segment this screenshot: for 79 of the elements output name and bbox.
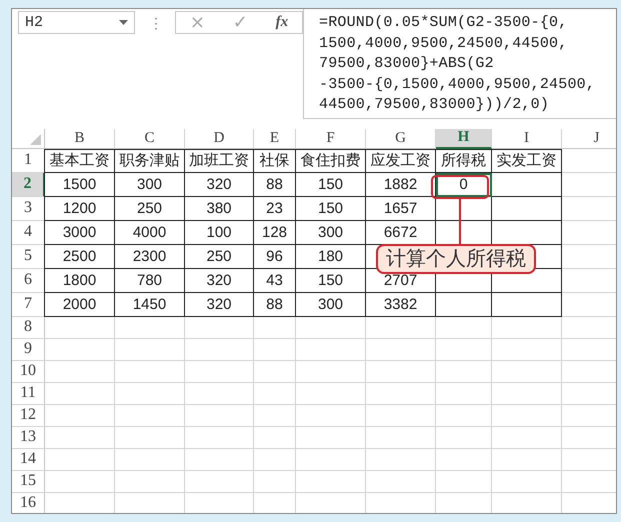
- row-header[interactable]: 11: [12, 382, 45, 405]
- table-cell[interactable]: 88: [254, 292, 296, 317]
- table-cell[interactable]: 300: [115, 172, 185, 197]
- row-header[interactable]: 12: [12, 404, 45, 427]
- table-cell[interactable]: 1450: [115, 292, 185, 317]
- table-cell[interactable]: 3000: [44, 220, 115, 245]
- table-cell[interactable]: 320: [185, 172, 254, 197]
- row-header[interactable]: 4: [12, 220, 45, 245]
- row-header[interactable]: 14: [12, 448, 45, 471]
- row-header[interactable]: 7: [12, 292, 45, 317]
- row-header[interactable]: 13: [12, 426, 45, 449]
- row-header[interactable]: 10: [12, 360, 45, 383]
- row-header[interactable]: 9: [12, 338, 45, 361]
- table-cell[interactable]: 1657: [366, 196, 436, 221]
- table-cell[interactable]: 2300: [115, 244, 185, 269]
- table-cell[interactable]: 所得税: [436, 148, 492, 173]
- table-cell[interactable]: [492, 292, 562, 317]
- cell-reference: H2: [25, 14, 44, 31]
- table-cell[interactable]: 100: [185, 220, 254, 245]
- table-cell[interactable]: 43: [254, 268, 296, 293]
- table-cell[interactable]: 2000: [44, 292, 115, 317]
- table-cell[interactable]: 150: [296, 172, 366, 197]
- table-cell[interactable]: 食住扣费: [296, 148, 366, 173]
- table-cell[interactable]: [436, 292, 492, 317]
- column-header[interactable]: B: [45, 128, 115, 149]
- table-cell[interactable]: 社保: [254, 148, 296, 173]
- table-cell[interactable]: [492, 196, 562, 221]
- callout-tooltip: 计算个人所得税: [376, 244, 536, 274]
- insert-function-button[interactable]: fx: [272, 14, 292, 31]
- table-cell[interactable]: 250: [185, 244, 254, 269]
- table-cell[interactable]: 基本工资: [44, 148, 115, 173]
- table-cell[interactable]: 1800: [44, 268, 115, 293]
- table-cell[interactable]: 加班工资: [185, 148, 254, 173]
- table-cell[interactable]: 300: [296, 220, 366, 245]
- table-cell[interactable]: 128: [254, 220, 296, 245]
- table-cell[interactable]: 职务津贴: [115, 148, 185, 173]
- table-cell[interactable]: 3382: [366, 292, 436, 317]
- active-cell[interactable]: 0: [436, 172, 492, 197]
- caret-icon[interactable]: [119, 20, 128, 25]
- table-cell[interactable]: 150: [296, 268, 366, 293]
- more-icon[interactable]: ⋮: [149, 14, 163, 30]
- table-cell[interactable]: [492, 172, 562, 197]
- formula-field[interactable]: =ROUND(0.05*SUM(G2-3500-{0, 1500,4000,9500,24500,44500, 79500,83000}+ABS(G2 -3500-{0,1500,4000,9500,24500, 44500,79500,83000}))/2,0): [303, 9, 616, 119]
- table-cell[interactable]: 1200: [44, 196, 115, 221]
- table-cell[interactable]: 4000: [115, 220, 185, 245]
- table-cell[interactable]: 380: [185, 196, 254, 221]
- column-header[interactable]: I: [492, 128, 562, 149]
- column-header[interactable]: C: [115, 128, 185, 149]
- table-cell[interactable]: 96: [254, 244, 296, 269]
- column-header[interactable]: E: [254, 128, 296, 149]
- row-header[interactable]: 15: [12, 470, 45, 493]
- table-cell[interactable]: 应发工资: [366, 148, 436, 173]
- column-header[interactable]: H: [436, 128, 492, 149]
- column-header[interactable]: D: [185, 128, 254, 149]
- table-cell[interactable]: 1882: [366, 172, 436, 197]
- table-cell[interactable]: 320: [185, 292, 254, 317]
- highlight-outline: [431, 174, 489, 199]
- row-header[interactable]: 8: [12, 316, 45, 339]
- table-cell[interactable]: 150: [296, 196, 366, 221]
- table-cell[interactable]: 320: [185, 268, 254, 293]
- table-cell[interactable]: 180: [296, 244, 366, 269]
- name-box[interactable]: H2: [18, 11, 135, 34]
- row-header[interactable]: 16: [12, 492, 45, 513]
- table-cell[interactable]: 300: [296, 292, 366, 317]
- leader-line: [459, 198, 461, 244]
- table-cell[interactable]: 23: [254, 196, 296, 221]
- table-cell[interactable]: 250: [115, 196, 185, 221]
- table-cell[interactable]: 1500: [44, 172, 115, 197]
- table-cell[interactable]: 88: [254, 172, 296, 197]
- row-header[interactable]: 3: [12, 196, 45, 221]
- table-cell[interactable]: 实发工资: [492, 148, 562, 173]
- row-header[interactable]: 2: [12, 172, 45, 197]
- table-cell[interactable]: 780: [115, 268, 185, 293]
- table-cell[interactable]: 2500: [44, 244, 115, 269]
- column-header[interactable]: F: [296, 128, 366, 149]
- select-all-icon[interactable]: [30, 134, 41, 145]
- column-header[interactable]: G: [366, 128, 436, 149]
- row-header[interactable]: 5: [12, 244, 45, 269]
- row-header[interactable]: 6: [12, 268, 45, 293]
